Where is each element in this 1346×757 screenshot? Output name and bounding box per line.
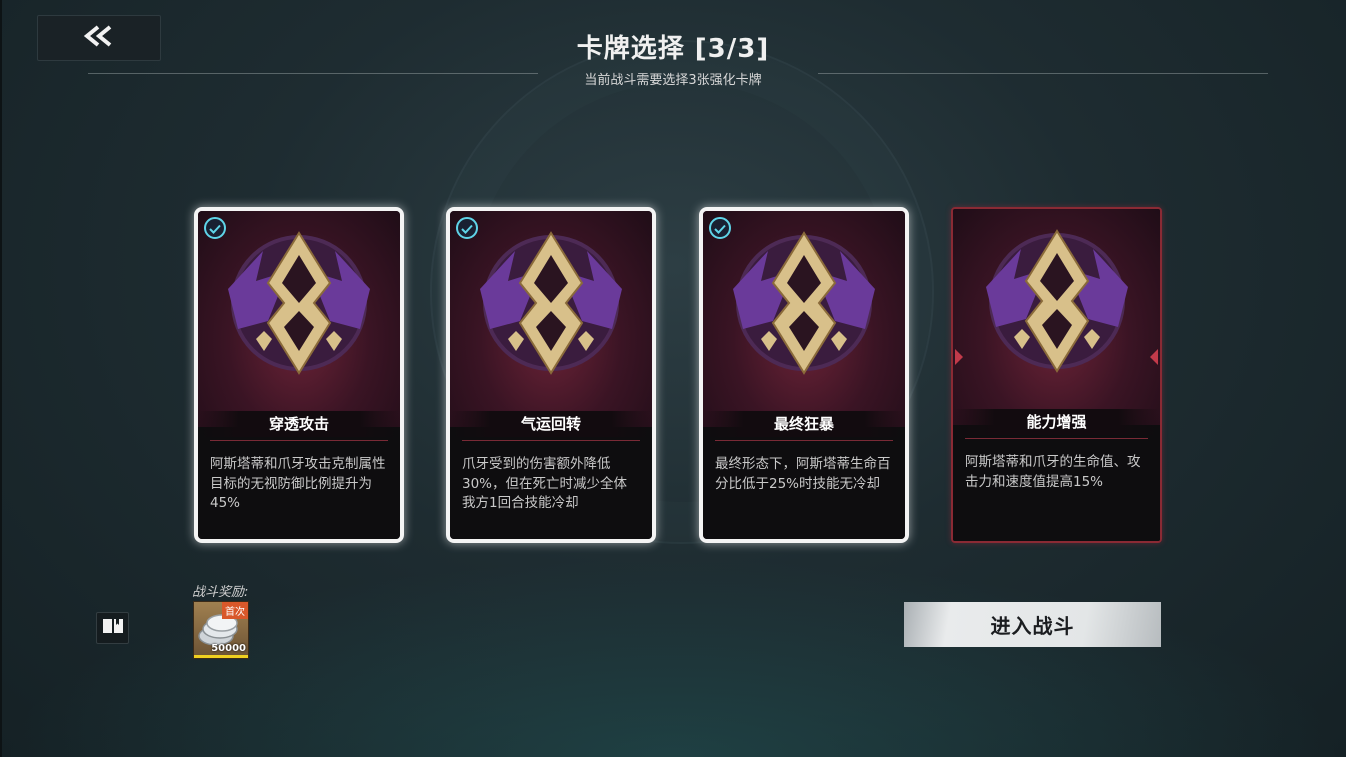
- card-2[interactable]: 爪牙受到的伤害额外降低30%，但在死亡时减少全体我方1回合技能冷却 气运回转: [446, 207, 656, 543]
- card-description: 最终形态下，阿斯塔蒂生命百分比低于25%时技能无冷却: [715, 456, 891, 492]
- card-description-panel: 最终形态下，阿斯塔蒂生命百分比低于25%时技能无冷却: [703, 427, 905, 539]
- card-divider: [965, 438, 1148, 439]
- card-art: [953, 209, 1160, 425]
- page-subtitle: 当前战斗需要选择3张强化卡牌: [584, 73, 762, 88]
- selected-check: [456, 217, 478, 239]
- card-description-panel: 阿斯塔蒂和爪牙的生命值、攻击力和速度值提高15%: [953, 425, 1160, 541]
- card-name: 气运回转: [450, 411, 652, 437]
- battle-reward-label: 战斗奖励:: [192, 585, 249, 600]
- card-description-panel: 阿斯塔蒂和爪牙攻击克制属性目标的无视防御比例提升为45%: [198, 427, 400, 539]
- first-clear-badge: 首次: [222, 602, 248, 619]
- card-description: 阿斯塔蒂和爪牙攻击克制属性目标的无视防御比例提升为45%: [210, 456, 386, 511]
- card-name: 穿透攻击: [198, 411, 400, 437]
- open-book-icon: [102, 617, 124, 639]
- checkmark-circle-icon: [209, 219, 221, 238]
- card-3[interactable]: 最终形态下，阿斯塔蒂生命百分比低于25%时技能无冷却 最终狂暴: [699, 207, 909, 543]
- card-art: [450, 211, 652, 427]
- selected-check: [204, 217, 226, 239]
- card-4[interactable]: 阿斯塔蒂和爪牙的生命值、攻击力和速度值提高15% 能力增强: [951, 207, 1162, 543]
- card-description: 阿斯塔蒂和爪牙的生命值、攻击力和速度值提高15%: [965, 454, 1141, 490]
- card-divider: [462, 440, 640, 441]
- card-divider: [210, 440, 388, 441]
- checkmark-circle-icon: [461, 219, 473, 238]
- reward-amount: 50000: [211, 643, 246, 654]
- header: 卡牌选择 [3/3] 当前战斗需要选择3张强化卡牌: [0, 28, 1346, 88]
- enter-battle-button[interactable]: 进入战斗: [904, 602, 1161, 647]
- card-name: 最终狂暴: [703, 411, 905, 437]
- reward-item[interactable]: 首次 50000: [193, 601, 249, 659]
- card-description-panel: 爪牙受到的伤害额外降低30%，但在死亡时减少全体我方1回合技能冷却: [450, 427, 652, 539]
- card-art: [703, 211, 905, 427]
- card-art: [198, 211, 400, 427]
- header-rule-left: [88, 73, 538, 74]
- reward-rarity-bar: [194, 655, 248, 658]
- codex-button[interactable]: [96, 612, 129, 644]
- card-divider: [715, 440, 893, 441]
- header-rule-right: [818, 73, 1268, 74]
- card-1[interactable]: 阿斯塔蒂和爪牙攻击克制属性目标的无视防御比例提升为45% 穿透攻击: [194, 207, 404, 543]
- page-title: 卡牌选择 [3/3]: [576, 34, 770, 64]
- checkmark-circle-icon: [714, 219, 726, 238]
- card-description: 爪牙受到的伤害额外降低30%，但在死亡时减少全体我方1回合技能冷却: [462, 456, 628, 511]
- card-name: 能力增强: [953, 409, 1160, 435]
- selected-check: [709, 217, 731, 239]
